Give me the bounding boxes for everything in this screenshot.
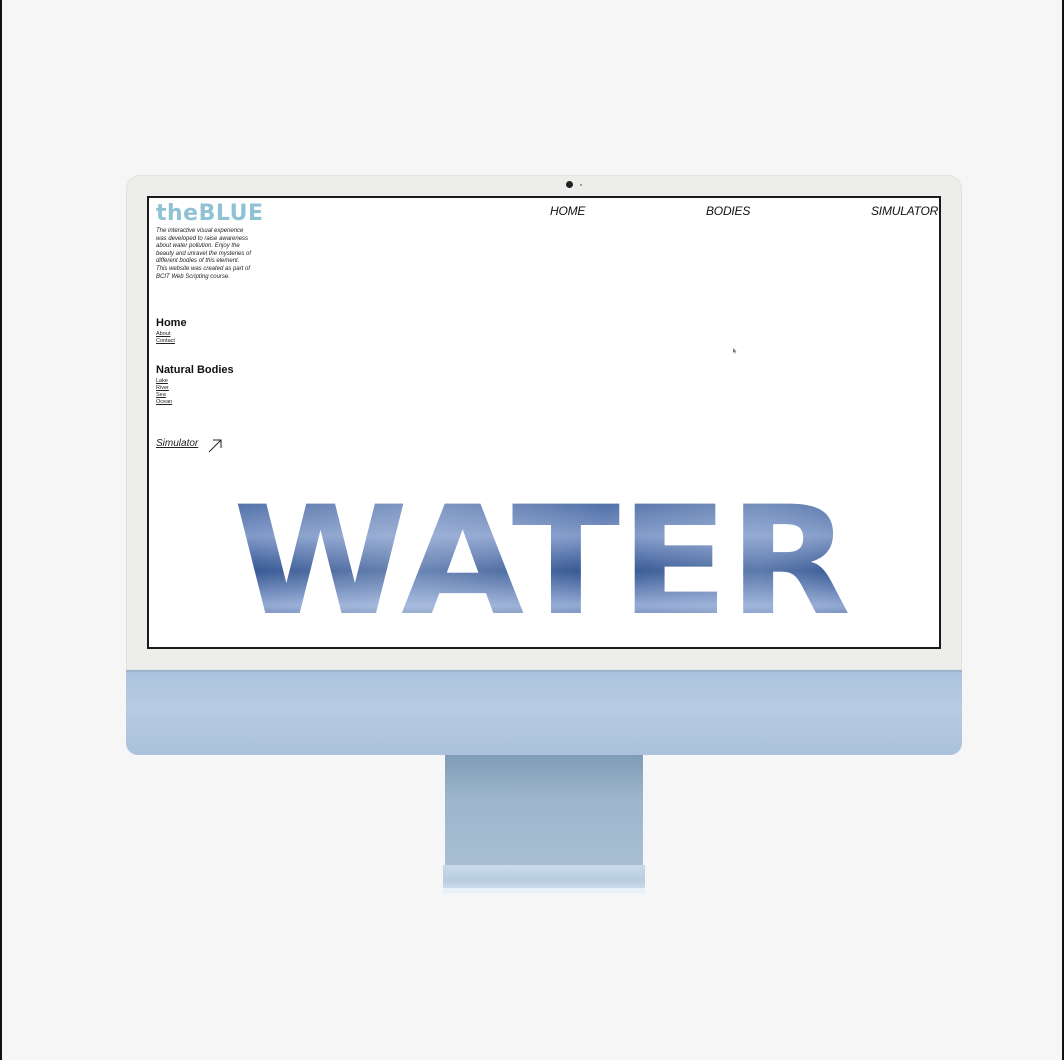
hero-word-highlight: WATER: [233, 501, 851, 616]
river-link[interactable]: River: [156, 385, 169, 392]
monitor-chin: [126, 670, 962, 755]
simulator-link[interactable]: Simulator: [156, 438, 198, 449]
brand-logo[interactable]: theBLUE: [156, 201, 264, 226]
contact-link[interactable]: Contact: [156, 338, 175, 345]
intro-text: The interactive visual experience was de…: [156, 228, 252, 280]
about-link[interactable]: About: [156, 331, 170, 338]
ocean-link[interactable]: Ocean: [156, 399, 172, 406]
mouse-cursor-icon: [733, 348, 737, 354]
screen: theBLUE The interactive visual experienc…: [147, 196, 941, 649]
nav-simulator-link[interactable]: SIMULATOR: [871, 204, 938, 218]
lake-link[interactable]: Lake: [156, 378, 168, 385]
camera-icon: [566, 181, 573, 188]
sea-link[interactable]: Sea: [156, 392, 166, 399]
arrow-up-right-icon[interactable]: [207, 437, 223, 453]
bodies-section-title: Natural Bodies: [156, 364, 234, 376]
hero-water-text: WATER WATER: [233, 501, 851, 616]
home-section-title: Home: [156, 317, 187, 329]
monitor-stand: [445, 755, 643, 865]
camera-indicator: [580, 184, 582, 186]
monitor-stand-foot: [443, 865, 645, 893]
nav-bodies-link[interactable]: BODIES: [706, 204, 750, 218]
nav-home-link[interactable]: HOME: [550, 204, 585, 218]
